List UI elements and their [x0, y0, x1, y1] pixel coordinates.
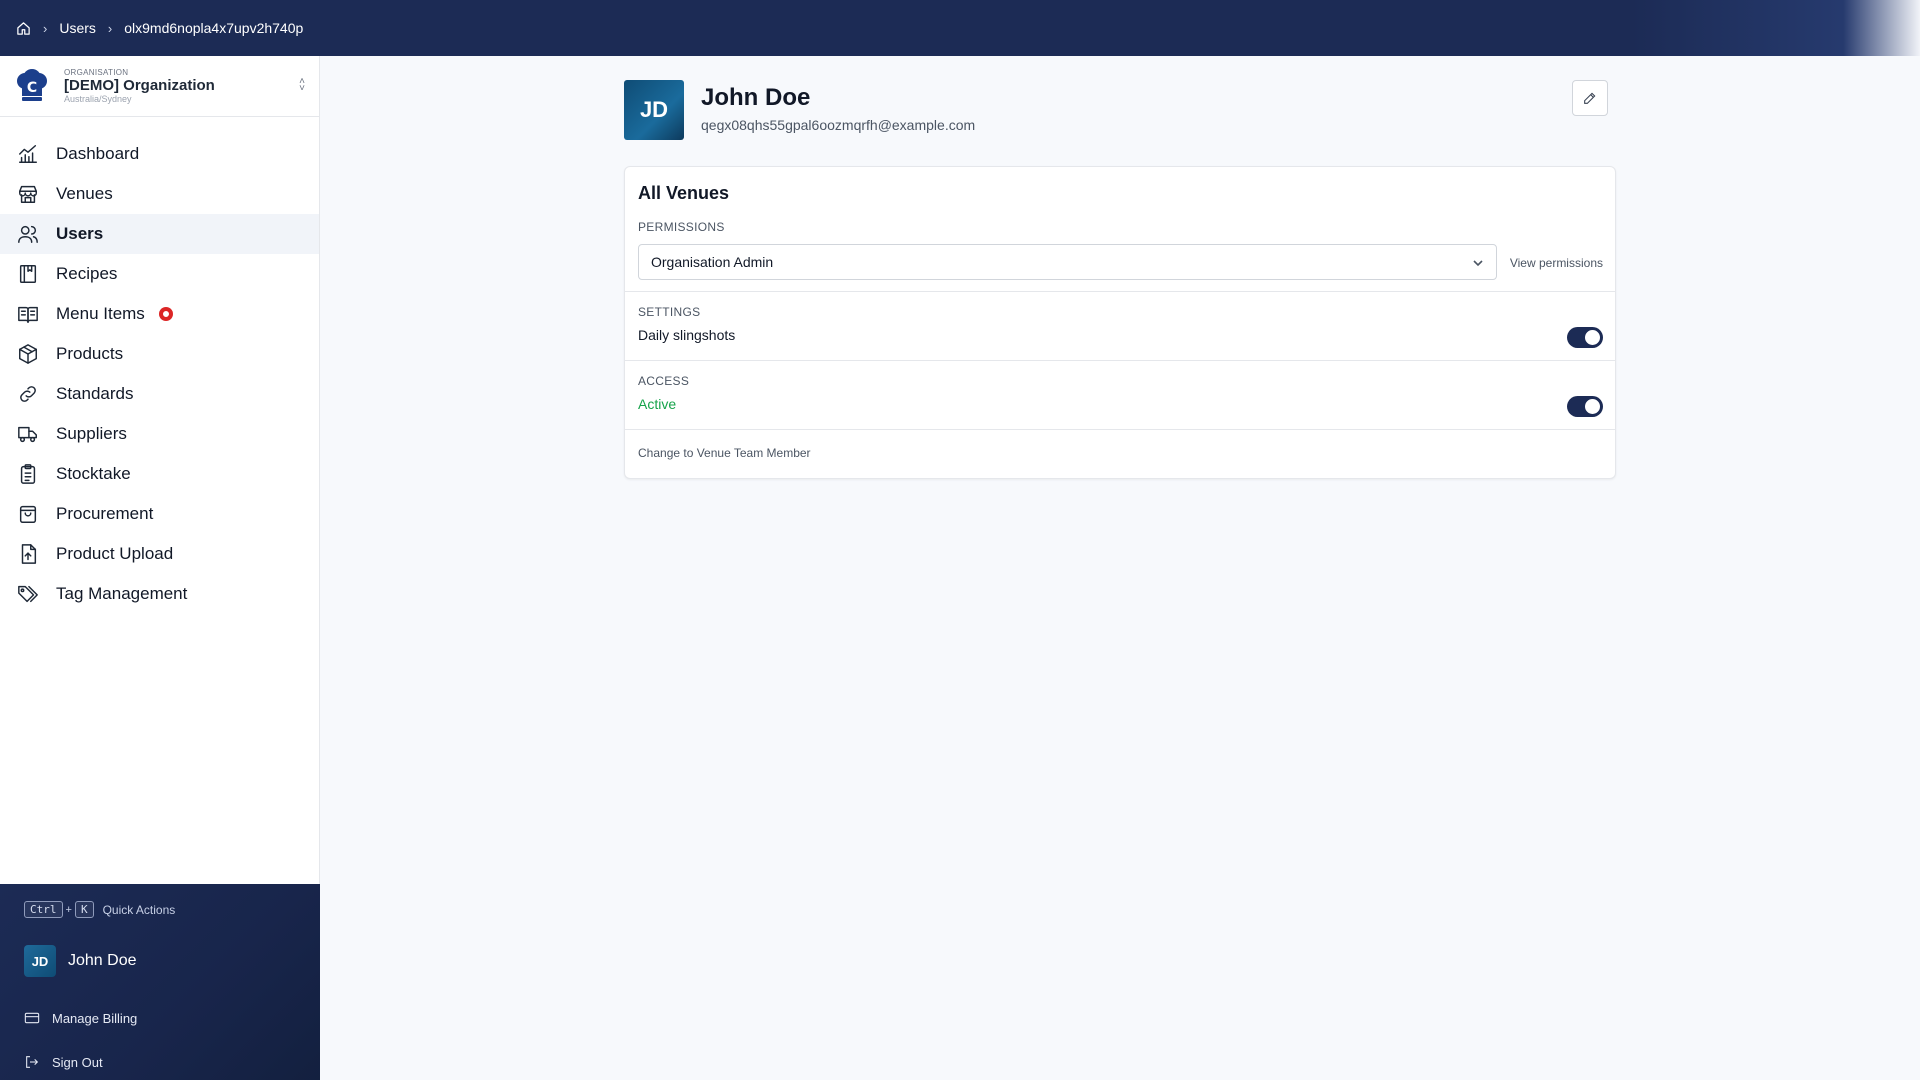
- sidebar-item-dashboard[interactable]: Dashboard: [0, 134, 319, 174]
- sidebar-item-venues[interactable]: Venues: [0, 174, 319, 214]
- main-content: JD John Doe qegx08qhs55gpal6oozmqrfh@exa…: [320, 56, 1920, 1080]
- sidebar-item-label: Users: [56, 224, 104, 243]
- access-status: Active: [638, 396, 677, 412]
- view-permissions-link[interactable]: View permissions: [1510, 256, 1603, 270]
- chevron-down-icon: [1472, 256, 1484, 268]
- sidebar-item-label: Procurement: [56, 504, 154, 523]
- settings-label: SETTINGS: [638, 305, 701, 319]
- open-book-icon: [16, 302, 40, 326]
- breadcrumb-users[interactable]: Users: [59, 20, 96, 36]
- current-user[interactable]: JD John Doe: [24, 945, 137, 977]
- sidebar-item-stocktake[interactable]: Stocktake: [0, 454, 319, 494]
- sidebar-item-label: Product Upload: [56, 544, 174, 563]
- chevron-right-icon: ›: [43, 20, 48, 36]
- divider: [625, 360, 1615, 361]
- sign-out-label: Sign Out: [52, 1054, 103, 1070]
- manage-billing-label: Manage Billing: [52, 1010, 138, 1026]
- page-title: John Doe: [701, 84, 811, 111]
- sidebar-item-menu-items[interactable]: Menu Items: [0, 294, 319, 334]
- sidebar-item-recipes[interactable]: Recipes: [0, 254, 319, 294]
- sidebar-item-label: Products: [56, 344, 124, 363]
- sidebar: C Organisation [DEMO] Organization Austr…: [0, 56, 320, 1080]
- sidebar-item-label: Tag Management: [56, 584, 188, 603]
- kbd-plus: +: [65, 903, 72, 916]
- book-icon: [16, 262, 40, 286]
- chevron-right-icon: ›: [107, 20, 113, 36]
- top-bar: › Users › olx9md6nopla4x7upv2h740p: [0, 0, 1920, 56]
- credit-card-icon: [24, 1012, 40, 1024]
- notification-badge: [158, 307, 173, 321]
- current-user-name: John Doe: [68, 952, 137, 969]
- users-icon: [16, 222, 40, 246]
- divider: [625, 429, 1615, 430]
- breadcrumb: › Users › olx9md6nopla4x7upv2h740p: [16, 20, 303, 36]
- boxes-icon: [16, 342, 40, 366]
- sidebar-item-label: Suppliers: [56, 424, 127, 443]
- divider: [625, 291, 1615, 292]
- home-icon[interactable]: [16, 21, 31, 36]
- clipboard-icon: [16, 462, 40, 486]
- sidebar-item-procurement[interactable]: Procurement: [0, 494, 319, 534]
- sign-out-link[interactable]: Sign Out: [24, 1054, 103, 1070]
- truck-icon: [16, 422, 40, 446]
- daily-slingshots-toggle[interactable]: [1567, 327, 1603, 348]
- store-icon: [16, 182, 40, 206]
- tags-icon: [16, 582, 40, 606]
- avatar: JD: [24, 945, 56, 977]
- org-timezone: Australia/Sydney: [64, 94, 132, 104]
- user-profile-header: JD John Doe qegx08qhs55gpal6oozmqrfh@exa…: [624, 80, 1616, 142]
- sign-out-icon: [26, 1056, 39, 1068]
- upload-file-icon: [16, 542, 40, 566]
- org-kicker: Organisation: [64, 68, 129, 77]
- kbd-ctrl: Ctrl: [24, 901, 63, 918]
- sidebar-item-label: Recipes: [56, 264, 118, 283]
- manage-billing-link[interactable]: Manage Billing: [24, 1010, 137, 1026]
- user-email: qegx08qhs55gpal6oozmqrfh@example.com: [701, 117, 976, 133]
- org-switcher[interactable]: C Organisation [DEMO] Organization Austr…: [0, 56, 319, 117]
- sidebar-footer: Ctrl + K Quick Actions JD John Doe Manag…: [0, 884, 320, 1080]
- avatar-initials: JD: [639, 97, 669, 122]
- breadcrumb-user-id: olx9md6nopla4x7upv2h740p: [124, 20, 304, 36]
- avatar: JD: [624, 80, 684, 140]
- pencil-icon: [1584, 92, 1596, 104]
- chart-icon: [16, 142, 40, 166]
- sidebar-item-products[interactable]: Products: [0, 334, 319, 374]
- permission-select[interactable]: Organisation Admin: [638, 244, 1497, 280]
- bag-icon: [16, 502, 40, 526]
- chef-hat-logo-icon: C: [17, 69, 47, 101]
- setting-name: Daily slingshots: [638, 327, 736, 343]
- venue-access-card: All Venues PERMISSIONS Organisation Admi…: [624, 166, 1616, 479]
- chevron-up-down-icon: ˄ ˅: [299, 76, 305, 94]
- access-toggle[interactable]: [1567, 396, 1603, 417]
- sidebar-item-label: Stocktake: [56, 464, 131, 483]
- svg-text:C: C: [27, 80, 37, 96]
- sidebar-item-users[interactable]: Users: [0, 214, 319, 254]
- card-title: All Venues: [638, 183, 730, 203]
- sidebar-nav: Dashboard Venues Users Recipes Menu Item…: [0, 134, 319, 614]
- sidebar-item-tag-management[interactable]: Tag Management: [0, 574, 319, 614]
- access-label: ACCESS: [638, 374, 690, 388]
- quick-actions[interactable]: Ctrl + K Quick Actions: [24, 901, 175, 918]
- kbd-k: K: [74, 901, 94, 918]
- change-role-link[interactable]: Change to Venue Team Member: [638, 446, 811, 460]
- link-icon: [16, 382, 40, 406]
- sidebar-item-product-upload[interactable]: Product Upload: [0, 534, 319, 574]
- edit-user-button[interactable]: [1572, 80, 1608, 116]
- org-name: [DEMO] Organization: [64, 77, 215, 94]
- permission-selected-value: Organisation Admin: [651, 254, 774, 270]
- sidebar-item-label: Menu Items: [56, 304, 145, 323]
- sidebar-item-label: Venues: [56, 184, 113, 203]
- sidebar-item-standards[interactable]: Standards: [0, 374, 319, 414]
- permissions-label: PERMISSIONS: [638, 220, 725, 234]
- quick-actions-label: Quick Actions: [102, 902, 176, 917]
- sidebar-item-label: Dashboard: [56, 144, 140, 163]
- sidebar-item-label: Standards: [56, 384, 134, 403]
- sidebar-item-suppliers[interactable]: Suppliers: [0, 414, 319, 454]
